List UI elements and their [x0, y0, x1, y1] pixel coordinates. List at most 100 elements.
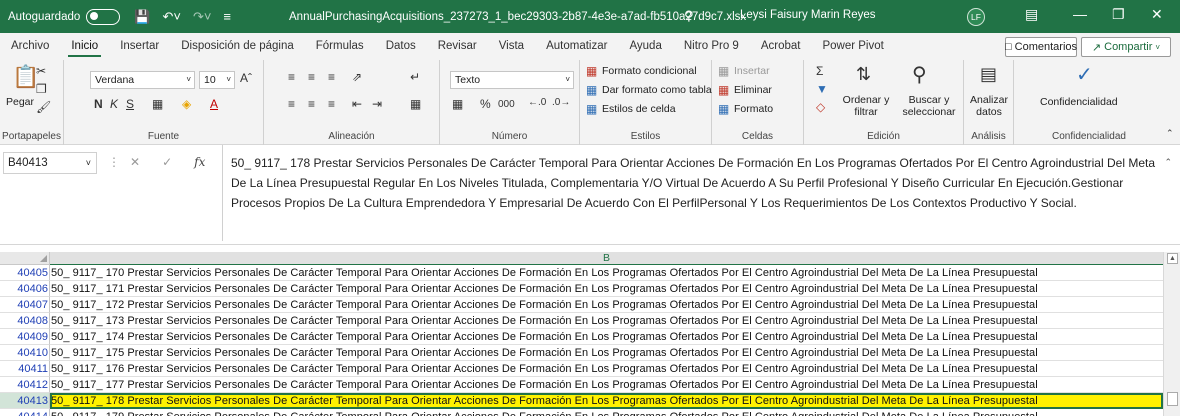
row-header[interactable]: 40414	[0, 409, 50, 416]
user-name[interactable]: Leysi Faisury Marin Reyes	[740, 9, 875, 21]
italic-button[interactable]: K	[110, 97, 118, 111]
sort-filter-button[interactable]: Ordenar y filtrar	[840, 94, 892, 118]
tab-revisar[interactable]: Revisar	[427, 33, 488, 60]
cell-b[interactable]: 50_ 9117_ 172 Prestar Servicios Personal…	[50, 297, 1163, 313]
comments-button[interactable]: □ Comentarios	[1005, 37, 1077, 57]
tab-insertar[interactable]: Insertar	[109, 33, 170, 60]
close-icon[interactable]: ✕	[1151, 6, 1163, 23]
conditional-format-button[interactable]: Formato condicional	[602, 65, 697, 77]
clear-icon[interactable]: ◇	[816, 100, 825, 114]
analyze-data-button[interactable]: Analizar datos	[966, 94, 1012, 118]
font-name-select[interactable]: Verdana ˅	[90, 71, 195, 89]
increase-decimal-icon[interactable]: ←.0	[528, 97, 546, 108]
decrease-indent-icon[interactable]: ⇤	[352, 97, 362, 111]
select-all-button[interactable]	[0, 252, 50, 265]
scroll-thumb[interactable]	[1167, 392, 1178, 406]
borders-icon[interactable]: ▦	[152, 97, 163, 111]
enter-icon[interactable]: ✓	[162, 155, 172, 169]
undo-icon[interactable]: ↶˅	[162, 9, 180, 25]
tab-fórmulas[interactable]: Fórmulas	[305, 33, 375, 60]
autosum-icon[interactable]: Σ	[816, 64, 823, 78]
align-top-icon[interactable]: ≡	[288, 70, 295, 84]
accounting-format-icon[interactable]: ▦	[452, 97, 463, 111]
tab-nitro-pro-9[interactable]: Nitro Pro 9	[673, 33, 750, 60]
formula-input[interactable]: 50_ 9117_ 178 Prestar Servicios Personal…	[222, 145, 1174, 241]
tab-automatizar[interactable]: Automatizar	[535, 33, 618, 60]
customize-toolbar-icon[interactable]: ≡	[223, 9, 231, 25]
autosave-toggle[interactable]	[86, 8, 121, 25]
cut-icon[interactable]: ✂	[36, 64, 46, 78]
cell-b[interactable]: 50_ 9117_ 178 Prestar Servicios Personal…	[50, 393, 1163, 409]
vertical-scrollbar[interactable]: ▲	[1163, 252, 1180, 416]
tab-inicio[interactable]: Inicio	[60, 33, 109, 60]
row-header[interactable]: 40411	[0, 361, 50, 377]
tab-archivo[interactable]: Archivo	[0, 33, 60, 60]
cell-b[interactable]: 50_ 9117_ 170 Prestar Servicios Personal…	[50, 265, 1163, 281]
underline-button[interactable]: S	[126, 97, 134, 111]
comma-style-button[interactable]: 000	[498, 99, 515, 110]
decrease-decimal-icon[interactable]: .0→	[552, 97, 570, 108]
row-header[interactable]: 40407	[0, 297, 50, 313]
column-header-b[interactable]: B	[50, 252, 1163, 265]
tab-power-pivot[interactable]: Power Pivot	[811, 33, 894, 60]
cell-b[interactable]: 50_ 9117_ 171 Prestar Servicios Personal…	[50, 281, 1163, 297]
merge-center-icon[interactable]: ▦	[410, 97, 421, 111]
cell-b[interactable]: 50_ 9117_ 174 Prestar Servicios Personal…	[50, 329, 1163, 345]
row-header[interactable]: 40409	[0, 329, 50, 345]
row-header[interactable]: 40412	[0, 377, 50, 393]
collapse-formula-bar-icon[interactable]: ⌃	[1164, 157, 1172, 168]
row-header[interactable]: 40413	[0, 393, 50, 409]
tab-datos[interactable]: Datos	[375, 33, 427, 60]
font-size-select[interactable]: 10 ˅	[199, 71, 235, 89]
tab-acrobat[interactable]: Acrobat	[750, 33, 812, 60]
minimize-icon[interactable]: —	[1073, 6, 1087, 22]
row-header[interactable]: 40406	[0, 281, 50, 297]
cell-b[interactable]: 50_ 9117_ 176 Prestar Servicios Personal…	[50, 361, 1163, 377]
font-color-icon[interactable]: A	[210, 97, 218, 111]
name-box[interactable]: B40413 ˅	[3, 152, 97, 174]
number-format-select[interactable]: Texto ˅	[450, 71, 574, 89]
format-cells-button[interactable]: Formato	[734, 103, 773, 115]
row-header[interactable]: 40410	[0, 345, 50, 361]
search-icon[interactable]: ⚲	[684, 8, 694, 24]
insert-function-button[interactable]: fx	[194, 155, 205, 169]
cell-b[interactable]: 50_ 9117_ 177 Prestar Servicios Personal…	[50, 377, 1163, 393]
tab-vista[interactable]: Vista	[488, 33, 535, 60]
align-center-icon[interactable]: ≡	[308, 97, 315, 111]
avatar[interactable]: LF	[967, 8, 985, 26]
align-right-icon[interactable]: ≡	[328, 97, 335, 111]
ribbon-display-icon[interactable]: ▤	[1025, 6, 1038, 23]
save-icon[interactable]: 💾	[134, 9, 150, 25]
cell-b[interactable]: 50_ 9117_ 175 Prestar Servicios Personal…	[50, 345, 1163, 361]
fill-color-icon[interactable]: ◈	[182, 97, 191, 111]
cell-b[interactable]: 50_ 9117_ 173 Prestar Servicios Personal…	[50, 313, 1163, 329]
collapse-ribbon-icon[interactable]: ⌃	[1166, 128, 1174, 139]
copy-icon[interactable]: ❐	[36, 82, 47, 96]
cancel-icon[interactable]: ✕	[130, 155, 140, 169]
align-middle-icon[interactable]: ≡	[308, 70, 315, 84]
row-header[interactable]: 40408	[0, 313, 50, 329]
find-select-button[interactable]: Buscar y seleccionar	[896, 94, 962, 118]
grow-font-icon[interactable]: Aˆ	[240, 71, 252, 85]
percent-style-button[interactable]: %	[480, 97, 491, 111]
format-painter-icon[interactable]: 🖌	[36, 100, 51, 114]
paste-label[interactable]: Pegar	[6, 96, 34, 108]
align-left-icon[interactable]: ≡	[288, 97, 295, 111]
bold-button[interactable]: N	[94, 97, 103, 111]
cell-b[interactable]: 50_ 9117_ 179 Prestar Servicios Personal…	[50, 409, 1163, 416]
row-header[interactable]: 40405	[0, 265, 50, 281]
tab-disposición-de-página[interactable]: Disposición de página	[170, 33, 305, 60]
restore-icon[interactable]: ❐	[1112, 6, 1125, 23]
fill-icon[interactable]: ▼	[816, 82, 828, 96]
tab-ayuda[interactable]: Ayuda	[618, 33, 672, 60]
scroll-up-icon[interactable]: ▲	[1167, 253, 1178, 264]
wrap-text-icon[interactable]: ↵	[410, 70, 420, 84]
cell-styles-button[interactable]: Estilos de celda	[602, 103, 676, 115]
orientation-icon[interactable]: ⇗	[352, 70, 362, 84]
window-title[interactable]: AnnualPurchasingAcquisitions_237273_1_be…	[289, 11, 746, 23]
delete-cells-button[interactable]: Eliminar	[734, 84, 772, 96]
increase-indent-icon[interactable]: ⇥	[372, 97, 382, 111]
redo-icon[interactable]: ↷˅	[193, 9, 211, 25]
insert-cells-button[interactable]: Insertar	[734, 65, 770, 77]
autosave[interactable]: Autoguardado	[8, 8, 121, 25]
